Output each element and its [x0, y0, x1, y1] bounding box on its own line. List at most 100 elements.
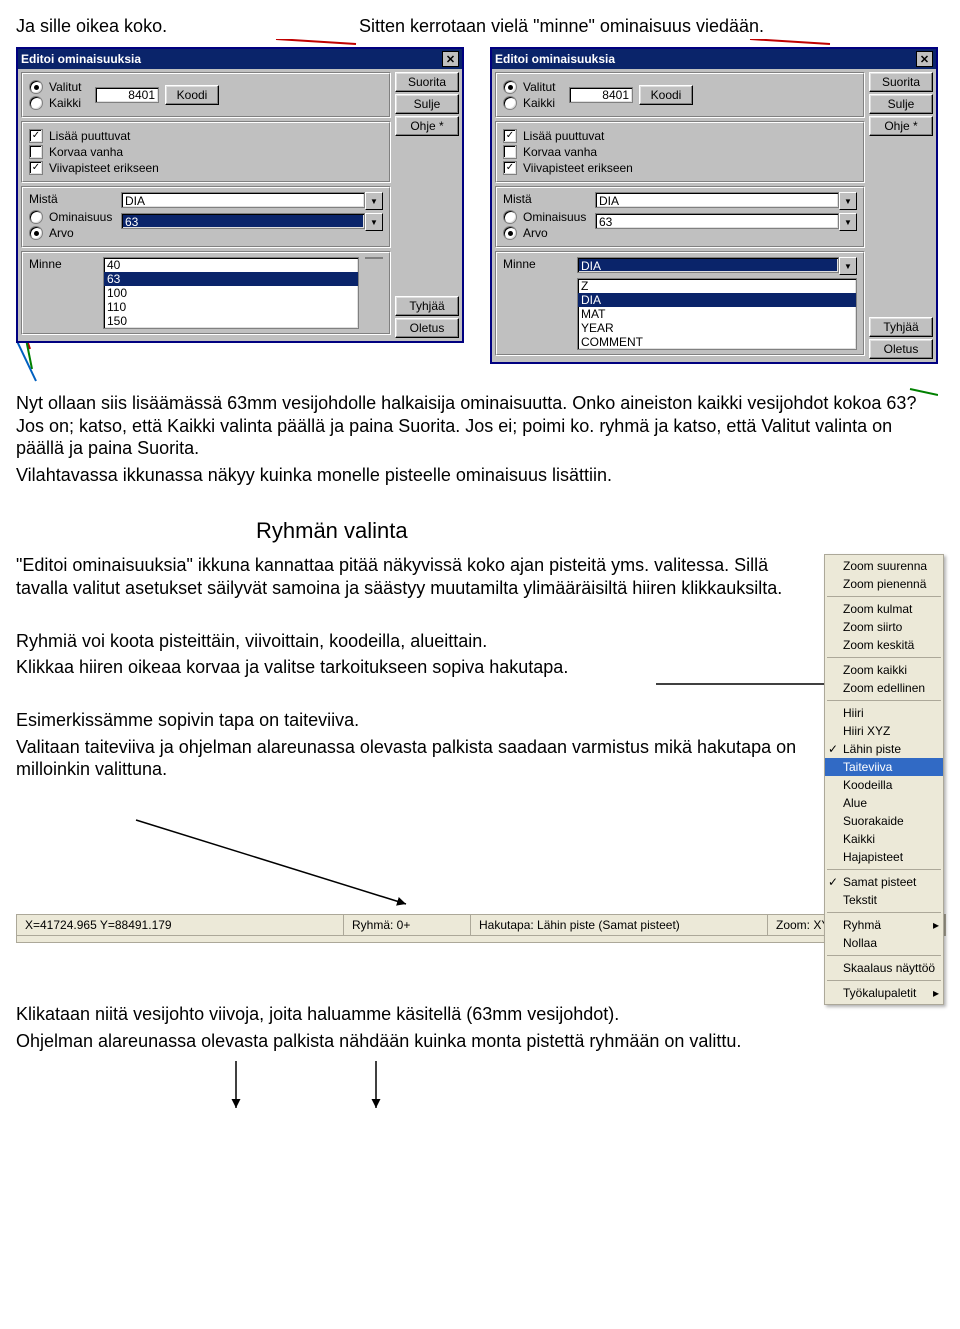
menu-item[interactable]: Zoom kulmat: [825, 600, 943, 618]
chevron-down-icon[interactable]: ▼: [365, 192, 383, 210]
radio-arvo[interactable]: [503, 226, 517, 240]
menu-item[interactable]: Kaikki: [825, 830, 943, 848]
menu-item[interactable]: Hiiri: [825, 704, 943, 722]
dialog-editoi-right: Editoi ominaisuuksia ✕ Valitut Kaikki Ko…: [490, 47, 938, 364]
list-item[interactable]: 110: [104, 300, 358, 314]
paragraph: Klikkaa hiiren oikeaa korvaa ja valitse …: [16, 656, 804, 679]
chk-viiva[interactable]: [29, 161, 43, 175]
list-item[interactable]: 100: [104, 286, 358, 300]
menu-item[interactable]: Zoom pienennä: [825, 575, 943, 593]
status-hakutapa: Hakutapa: Lähin piste (Samat pisteet): [471, 915, 768, 935]
menu-item[interactable]: Lähin piste: [825, 740, 943, 758]
paragraph: Ryhmiä voi koota pisteittäin, viivoittai…: [16, 630, 804, 653]
menu-item[interactable]: Työkalupaletit: [825, 984, 943, 1002]
menu-item[interactable]: Suorakaide: [825, 812, 943, 830]
chk-lisaa[interactable]: [29, 129, 43, 143]
code-field[interactable]: [95, 87, 159, 103]
sulje-button[interactable]: Sulje: [395, 94, 459, 114]
list-item[interactable]: DIA: [578, 293, 856, 307]
menu-item[interactable]: Tekstit: [825, 891, 943, 909]
tyhjaa-button[interactable]: Tyhjää: [869, 317, 933, 337]
menu-item[interactable]: Zoom keskitä: [825, 636, 943, 654]
sulje-button[interactable]: Sulje: [869, 94, 933, 114]
dialog-title: Editoi ominaisuuksia: [495, 52, 615, 66]
radio-ominaisuus[interactable]: [503, 210, 517, 224]
chk-viiva[interactable]: [503, 161, 517, 175]
list-item[interactable]: 150: [104, 314, 358, 328]
radio-arvo[interactable]: [29, 226, 43, 240]
menu-item[interactable]: Zoom kaikki: [825, 661, 943, 679]
status-bar: X=41724.965 Y=88491.179 Ryhmä: 0+ Hakuta…: [16, 914, 946, 936]
radio-valitut-label: Valitut: [49, 80, 81, 94]
koodi-button[interactable]: Koodi: [639, 85, 693, 105]
chk-viiva-label: Viivapisteet erikseen: [523, 161, 633, 175]
chevron-down-icon[interactable]: ▼: [839, 213, 857, 231]
menu-item[interactable]: Zoom edellinen: [825, 679, 943, 697]
minne-listbox[interactable]: Z DIA MAT YEAR COMMENT: [577, 278, 857, 350]
radio-kaikki[interactable]: [29, 96, 43, 110]
suorita-button[interactable]: Suorita: [869, 72, 933, 92]
chk-korvaa[interactable]: [29, 145, 43, 159]
tyhjaa-button[interactable]: Tyhjää: [395, 296, 459, 316]
minne-label: Minne: [29, 257, 97, 271]
list-item[interactable]: 63: [104, 272, 358, 286]
radio-kaikki-label: Kaikki: [523, 96, 555, 110]
section-heading: Ryhmän valinta: [256, 518, 944, 544]
mista-label: Mistä: [503, 192, 589, 206]
menu-item[interactable]: Nollaa: [825, 934, 943, 952]
minne-listbox[interactable]: 40 63 100 110 150: [103, 257, 359, 329]
list-item[interactable]: YEAR: [578, 321, 856, 335]
paragraph: Valitaan taiteviiva ja ohjelman alareuna…: [16, 736, 804, 781]
minne-field[interactable]: DIA: [577, 257, 839, 273]
menu-item[interactable]: Hiiri XYZ: [825, 722, 943, 740]
menu-item[interactable]: Koodeilla: [825, 776, 943, 794]
close-icon[interactable]: ✕: [916, 51, 933, 67]
top-left-text: Ja sille oikea koko.: [16, 16, 167, 37]
ohje-button[interactable]: Ohje *: [869, 116, 933, 136]
radio-ominaisuus-label: Ominaisuus: [523, 210, 586, 224]
list-item[interactable]: Z: [578, 279, 856, 293]
mista-field-1[interactable]: DIA: [121, 192, 365, 208]
menu-item[interactable]: Zoom siirto: [825, 618, 943, 636]
mista-field-1[interactable]: DIA: [595, 192, 839, 208]
ohje-button[interactable]: Ohje *: [395, 116, 459, 136]
chk-lisaa-label: Lisää puuttuvat: [49, 129, 130, 143]
status-coords: X=41724.965 Y=88491.179: [17, 915, 344, 935]
oletus-button[interactable]: Oletus: [395, 318, 459, 338]
suorita-button[interactable]: Suorita: [395, 72, 459, 92]
paragraph: Klikataan niitä vesijohto viivoja, joita…: [16, 1003, 944, 1026]
radio-valitut[interactable]: [29, 80, 43, 94]
menu-item[interactable]: Samat pisteet: [825, 873, 943, 891]
status-ryhma: Ryhmä: 0+: [344, 915, 471, 935]
chevron-down-icon[interactable]: ▼: [365, 213, 383, 231]
chk-korvaa[interactable]: [503, 145, 517, 159]
context-menu: Zoom suurenna Zoom pienennä Zoom kulmat …: [824, 554, 944, 1005]
radio-kaikki[interactable]: [503, 96, 517, 110]
code-field[interactable]: [569, 87, 633, 103]
menu-item[interactable]: Ryhmä: [825, 916, 943, 934]
menu-item-taiteviiva[interactable]: Taiteviiva: [825, 758, 943, 776]
chk-lisaa[interactable]: [503, 129, 517, 143]
chevron-down-icon[interactable]: ▼: [839, 192, 857, 210]
mista-arvo-field[interactable]: 63: [595, 213, 839, 229]
close-icon[interactable]: ✕: [442, 51, 459, 67]
radio-valitut[interactable]: [503, 80, 517, 94]
chevron-down-icon[interactable]: ▼: [839, 257, 857, 275]
menu-item[interactable]: Alue: [825, 794, 943, 812]
scrollbar[interactable]: [365, 257, 383, 259]
list-item[interactable]: 40: [104, 258, 358, 272]
mista-label: Mistä: [29, 192, 115, 206]
list-item[interactable]: COMMENT: [578, 335, 856, 349]
radio-ominaisuus-label: Ominaisuus: [49, 210, 112, 224]
radio-arvo-label: Arvo: [523, 226, 548, 240]
menu-item[interactable]: Hajapisteet: [825, 848, 943, 866]
top-right-text: Sitten kerrotaan vielä "minne" ominaisuu…: [359, 16, 944, 37]
menu-item[interactable]: Zoom suurenna: [825, 557, 943, 575]
mista-arvo-field[interactable]: 63: [121, 213, 365, 229]
oletus-button[interactable]: Oletus: [869, 339, 933, 359]
paragraph: Nyt ollaan siis lisäämässä 63mm vesijohd…: [16, 392, 924, 460]
koodi-button[interactable]: Koodi: [165, 85, 219, 105]
list-item[interactable]: MAT: [578, 307, 856, 321]
menu-item[interactable]: Skaalaus näyttöö: [825, 959, 943, 977]
radio-ominaisuus[interactable]: [29, 210, 43, 224]
